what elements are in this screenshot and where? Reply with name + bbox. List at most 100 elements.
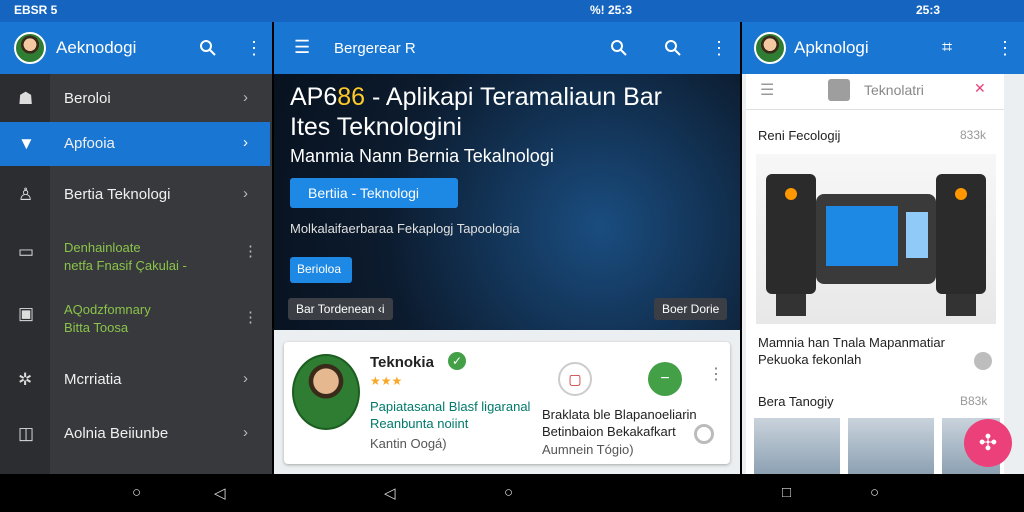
search-icon[interactable] [199,39,217,60]
eye-icon[interactable] [974,352,992,370]
primary-button[interactable]: Bertiia - Teknologi [290,178,458,208]
card-description: Papiatasanal Blasf ligaranal Reanbunta n… [370,399,531,431]
chip-left[interactable]: Bar Tordenean ‹i [288,298,393,320]
search-icon[interactable]: ○ [870,484,879,501]
right-app-bar: Apknologi ⌗ ⋮ [742,22,1024,74]
status-left: EBSR 5 [14,3,58,17]
right-panel: ☰ Teknolatri ✕ Reni Fecologij 833k Mamni… [746,74,1004,474]
share-fab[interactable]: ✣ [964,419,1012,467]
status-clock-right: 25:3 [916,3,941,17]
hero-title-post: - Aplikapi Teramaliaun Bar [365,83,662,111]
section-count: 833k [960,128,987,142]
right-tab-title: Teknolatri [864,82,924,98]
hero-subtitle: Manmia Nann Bernia Tekalnologi [290,146,554,166]
back-button-icon[interactable]: ◁ [384,484,396,502]
drawer-item-label: Aolnia Beiiunbe [64,425,169,442]
drawer-item-label: AQodzfomnary [64,302,151,317]
avatar[interactable] [754,32,786,64]
drawer-item-label: Bertia Teknologi [64,186,171,203]
mid-app-bar: ☰ Bergerear R ⋮ [274,22,740,74]
chevron-right-icon: › [243,185,248,202]
left-app-title: Aeknodogi [56,38,137,57]
profile-photo [292,354,360,430]
thumbnail-image[interactable] [754,418,840,474]
store-icon: ▼ [18,134,35,153]
hero-title-highlight: 86 [337,83,366,111]
more-vert-icon[interactable]: ⋮ [245,39,263,57]
hero-description: Molkalaifaerbaraa Fekaplogj Tapoologia [290,221,520,236]
card-name: Teknokia [370,354,434,371]
navigation-drawer: ☗ Beroloi › ▼ Apfooia › ♙ Bertia Teknolo… [0,74,272,474]
drawer-item[interactable]: ▭ Denhainloate netfa Fnasif Çakulai - ⋮ [0,224,270,280]
drawer-item[interactable]: ☗ Beroloi › [0,74,270,122]
verified-icon: ✓ [448,352,466,370]
recents-button-icon[interactable]: □ [782,484,791,501]
home-button-icon[interactable]: ○ [132,484,141,501]
crop-icon[interactable]: ⌗ [942,38,952,56]
radio-icon[interactable] [694,424,714,444]
card-right-text: Braklata ble Blapanoeliarin Betinbaion B… [542,407,697,439]
small-button[interactable]: Berioloa [290,257,352,283]
home-button-icon[interactable]: ○ [504,484,513,501]
back-button-icon[interactable]: ◁ [214,484,226,502]
monitor-icon: ▭ [18,242,35,261]
thumbnail-image[interactable] [848,418,934,474]
hero-title-pre: AP6 [290,83,338,111]
chevron-right-icon: › [243,89,248,106]
book-icon: ▣ [18,304,35,323]
hero-title: AP686 - Aplikapi Teramaliaun Bar Ites Te… [290,82,662,142]
home-icon [828,79,850,101]
menu-icon[interactable]: ☰ [760,80,774,100]
drawer-item-label: Denhainloate [64,240,141,255]
drawer-item-active[interactable]: ▼ Apfooia › [0,122,270,166]
avatar[interactable] [14,32,46,64]
chevron-right-icon: › [243,370,248,387]
section-title: Bera Tanogiy [758,394,834,409]
right-tab-bar: ☰ Teknolatri ✕ [746,74,1004,110]
close-icon[interactable]: ✕ [974,80,986,97]
system-nav-bar: ○ ◁ ◁ ○ □ ○ [0,474,1024,512]
section-title: Reni Fecologij [758,128,841,143]
chevron-right-icon: › [243,424,248,441]
shield-icon[interactable]: ▢ [558,362,592,396]
mid-app-title: Bergerear R [334,40,416,57]
card-right-sub: Aumnein Tógio) [542,442,634,457]
drawer-item-label: Apfooia [64,135,115,152]
right-content: ☰ Teknolatri ✕ Reni Fecologij 833k Mamni… [742,74,1024,474]
drawer-item-sublabel: Bitta Toosa [64,320,129,335]
person-icon: ☗ [18,89,34,108]
image-caption: Mamnia han Tnala Mapanmatiar Pekuoka fek… [758,335,945,367]
app-card[interactable]: Teknokia ✓ ★★★ Papiatasanal Blasf ligara… [284,342,730,464]
more-vert-icon: ⋮ [243,309,258,326]
more-vert-icon: ⋮ [243,243,258,260]
chip-right[interactable]: Boer Dorie [654,298,728,320]
section-count: B83k [960,394,988,408]
drawer-item-sublabel: netfa Fnasif Çakulai - [64,258,187,273]
account-icon: ♙ [18,185,34,204]
drawer-item[interactable]: ▣ AQodzfomnary Bitta Toosa ⋮ [0,296,270,352]
hero-title-line2: Ites Teknologini [290,113,462,141]
status-clock-mid: %! 25:3 [590,3,633,17]
menu-icon[interactable]: ☰ [294,38,310,56]
settings-icon: ✲ [18,370,33,389]
panel-icon: ◫ [18,424,35,443]
drawer-item-label: Beroloi [64,90,111,107]
search-icon[interactable] [610,39,628,60]
chevron-right-icon: › [243,134,248,151]
drawer-item[interactable]: ✲ Mcrriatia › [0,360,270,404]
more-vert-icon[interactable]: ⋮ [708,364,724,384]
right-app-title: Apknologi [794,38,869,57]
robot-image[interactable] [756,154,996,324]
drawer-item[interactable]: ◫ Aolnia Beiiunbe › [0,414,270,458]
more-vert-icon[interactable]: ⋮ [710,39,728,57]
minus-circle-icon[interactable]: − [648,362,682,396]
rating-stars: ★★★ [370,374,403,388]
search-icon[interactable] [664,39,682,60]
drawer-item-label: Mcrriatia [64,371,122,388]
status-bar: EBSR 5 %! 25:3 25:3 [0,0,1024,22]
more-vert-icon[interactable]: ⋮ [996,39,1014,57]
hero-banner: AP686 - Aplikapi Teramaliaun Bar Ites Te… [274,74,740,330]
drawer-item[interactable]: ♙ Bertia Teknologi › [0,170,270,218]
main-content: AP686 - Aplikapi Teramaliaun Bar Ites Te… [274,74,740,474]
card-author: Kantin Oogá) [370,436,447,451]
